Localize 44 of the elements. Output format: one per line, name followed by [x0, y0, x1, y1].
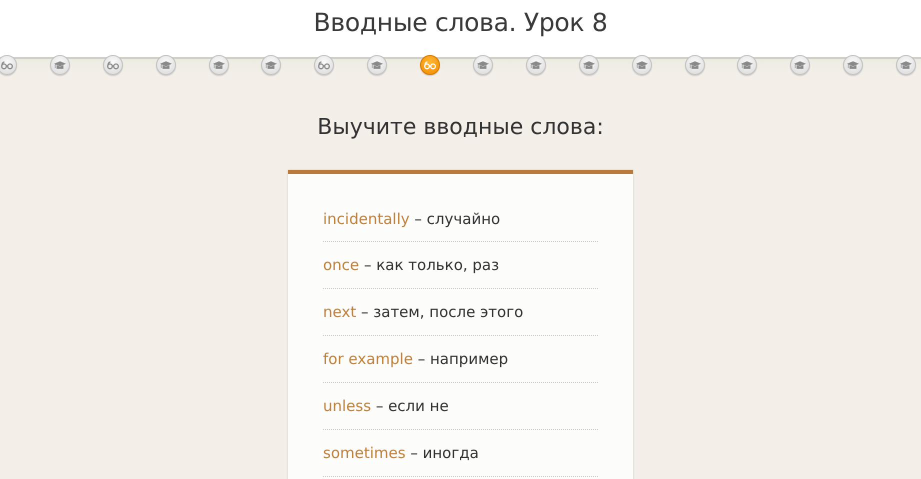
lesson-step[interactable] — [50, 55, 70, 75]
vocabulary-entry: once – как только, раз — [323, 256, 500, 274]
glasses-icon — [1, 60, 13, 70]
lesson-step[interactable] — [843, 55, 864, 75]
lesson-step[interactable] — [0, 55, 17, 75]
lesson-title: Вводные слова. Урок 8 — [314, 8, 608, 39]
lesson-step[interactable] — [632, 55, 652, 75]
lesson-step[interactable] — [420, 55, 440, 75]
vocabulary-entry: incidentally – случайно — [323, 210, 500, 228]
graduation-cap-icon — [741, 60, 754, 70]
graduation-cap-icon — [371, 60, 384, 70]
lesson-step[interactable] — [261, 55, 282, 75]
vocabulary-entry: unless – если не — [323, 397, 449, 415]
graduation-cap-icon — [54, 60, 66, 70]
graduation-cap-icon — [582, 60, 595, 70]
graduation-cap-icon — [530, 60, 542, 70]
graduation-cap-icon — [847, 60, 860, 70]
lesson-step[interactable] — [578, 55, 599, 75]
vocabulary-entry: next – затем, после этого — [323, 303, 524, 321]
graduation-cap-icon — [636, 60, 648, 70]
graduation-cap-icon — [212, 60, 225, 70]
lesson-step[interactable] — [896, 55, 916, 75]
instruction-heading: Выучите вводные слова: — [317, 115, 604, 140]
graduation-cap-icon — [477, 60, 490, 70]
vocabulary-entry: for example – например — [323, 350, 508, 368]
lesson-step[interactable] — [314, 55, 334, 75]
graduation-cap-icon — [688, 60, 701, 70]
lesson-step[interactable] — [102, 55, 123, 75]
graduation-cap-icon — [265, 60, 278, 70]
graduation-cap-icon — [160, 60, 172, 70]
lesson-step[interactable] — [526, 55, 546, 75]
lesson-step[interactable] — [367, 55, 388, 75]
lesson-step[interactable] — [684, 55, 705, 75]
lesson-step[interactable] — [790, 55, 810, 75]
glasses-icon — [424, 60, 436, 70]
lesson-step[interactable] — [156, 55, 176, 75]
glasses-icon — [318, 60, 330, 70]
glasses-icon — [106, 60, 119, 70]
graduation-cap-icon — [900, 60, 912, 70]
graduation-cap-icon — [794, 60, 806, 70]
lesson-step[interactable] — [737, 55, 758, 75]
lesson-step[interactable] — [208, 55, 229, 75]
vocabulary-entry: sometimes – иногда — [323, 444, 479, 462]
lesson-step[interactable] — [473, 55, 494, 75]
